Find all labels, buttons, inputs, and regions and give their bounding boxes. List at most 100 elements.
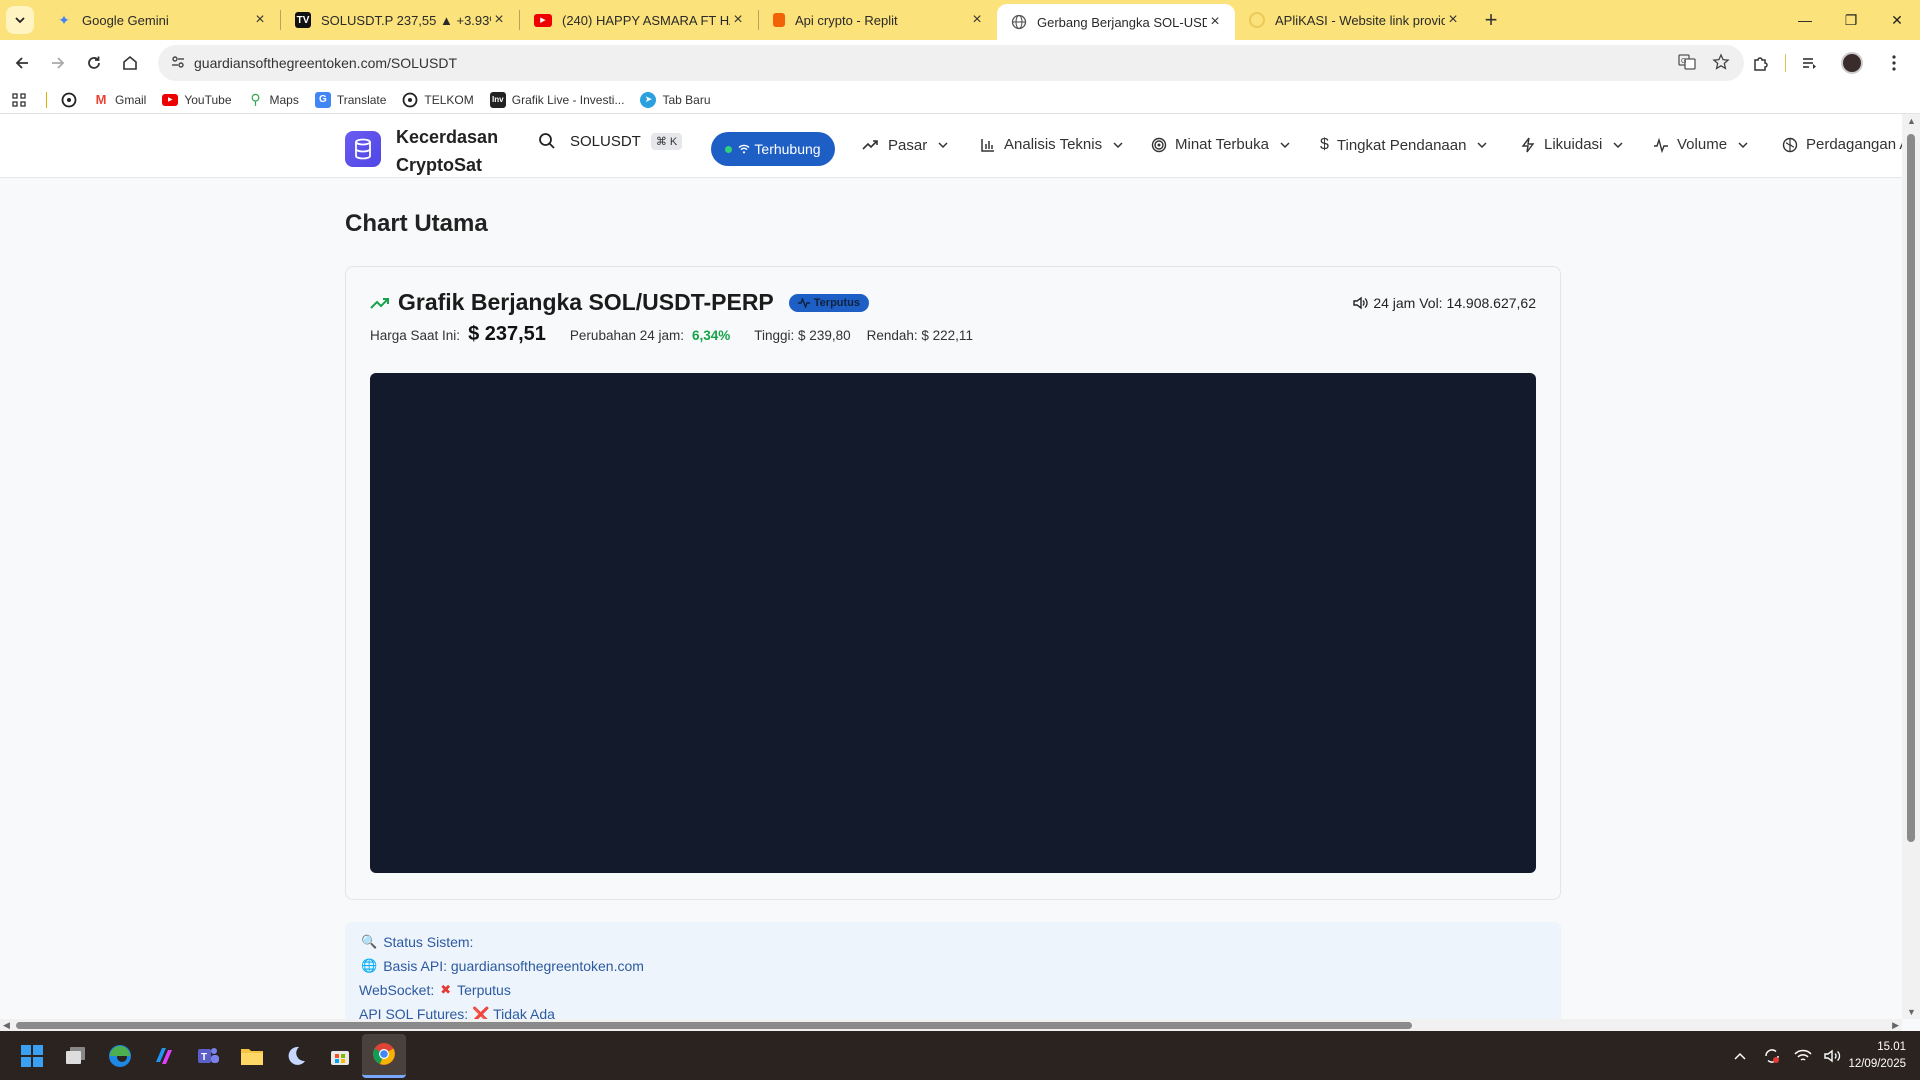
status-badge-label: Terputus xyxy=(813,296,861,309)
scroll-right-arrow[interactable]: ▶ xyxy=(1892,1020,1899,1031)
close-icon[interactable]: × xyxy=(730,11,746,29)
chevron-down-icon xyxy=(1613,141,1623,148)
url-text[interactable]: guardiansofthegreentoken.com/SOLUSDT xyxy=(194,55,457,71)
taskbar-teams[interactable]: T xyxy=(186,1034,230,1078)
nav-label: Likuidasi xyxy=(1544,136,1603,153)
nav-tingkat-pendanaan[interactable]: $ Tingkat Pendanaan xyxy=(1320,136,1488,154)
translate-page-icon[interactable]: G xyxy=(1678,53,1696,71)
horizontal-scrollbar[interactable]: ◀ ▶ xyxy=(0,1019,1902,1031)
close-icon[interactable]: × xyxy=(1445,11,1461,29)
bookmark-grafik-live[interactable]: Inv Grafik Live - Investi... xyxy=(489,91,624,108)
chevron-up-icon xyxy=(1734,1052,1746,1060)
bookmark-tab-baru[interactable]: ➤ Tab Baru xyxy=(640,91,711,108)
taskbar-file-explorer[interactable] xyxy=(230,1034,274,1078)
translate-icon: G xyxy=(314,91,331,108)
nav-label: Pasar xyxy=(888,136,928,154)
restore-button[interactable]: ❐ xyxy=(1828,0,1874,40)
bookmark-youtube[interactable]: ▶ YouTube xyxy=(162,93,232,107)
nav-label: Volume xyxy=(1677,136,1728,153)
symbol-search[interactable]: SOLUSDT ⌘ K xyxy=(538,132,683,150)
scrollbar-thumb[interactable] xyxy=(1907,134,1915,842)
media-control-button[interactable] xyxy=(1792,45,1828,81)
vertical-scrollbar[interactable]: ▲ ▼ xyxy=(1902,114,1920,1019)
scroll-up-arrow[interactable]: ▲ xyxy=(1907,116,1916,126)
trending-up-icon xyxy=(370,297,389,309)
bookmark-label: Maps xyxy=(269,92,299,107)
youtube-icon: ▶ xyxy=(162,93,179,106)
bookmark-star-icon[interactable] xyxy=(1712,53,1730,71)
taskbar-copilot[interactable] xyxy=(142,1034,186,1078)
maps-icon: ⚲ xyxy=(250,91,261,107)
nav-likuidasi[interactable]: Likuidasi xyxy=(1520,136,1624,153)
tab-google-gemini[interactable]: ✦ Google Gemini × xyxy=(42,0,280,40)
connection-status-pill[interactable]: Terhubung xyxy=(711,132,835,166)
tray-volume[interactable] xyxy=(1818,1034,1848,1078)
bookmark-telkom[interactable]: TELKOM xyxy=(402,92,474,108)
tray-sync[interactable] xyxy=(1756,1034,1788,1078)
store-icon xyxy=(331,1050,349,1065)
tab-title: SOLUSDT.P 237,55 ▲ +3.93% R xyxy=(321,12,491,28)
cross-icon: ✖ xyxy=(440,982,452,997)
nav-perdagangan-ai[interactable]: Perdagangan AI xyxy=(1782,136,1902,153)
bookmark-chatgpt[interactable] xyxy=(61,92,77,108)
bookmark-maps[interactable]: ⚲ Maps xyxy=(248,91,299,108)
close-icon[interactable]: × xyxy=(1207,13,1223,31)
taskbar-app-moon[interactable] xyxy=(274,1034,318,1078)
tab-replit[interactable]: Api crypto - Replit × xyxy=(759,0,997,40)
search-input[interactable]: SOLUSDT xyxy=(570,133,641,150)
gemini-icon: ✦ xyxy=(58,11,70,28)
tab-tradingview[interactable]: TV SOLUSDT.P 237,55 ▲ +3.93% R × xyxy=(281,0,519,40)
brand-name[interactable]: Kecerdasan CryptoSat xyxy=(396,123,516,179)
chatgpt-icon xyxy=(61,92,77,107)
minimize-button[interactable]: — xyxy=(1782,0,1828,40)
profile-button[interactable] xyxy=(1834,45,1870,81)
nav-analisis-teknis[interactable]: Analisis Teknis xyxy=(980,136,1124,153)
scroll-left-arrow[interactable]: ◀ xyxy=(3,1020,10,1031)
api-base-text: Basis API: guardiansofthegreentoken.com xyxy=(383,958,644,974)
start-button[interactable] xyxy=(10,1034,54,1078)
bookmark-gmail[interactable]: M Gmail xyxy=(93,92,147,108)
nav-volume[interactable]: Volume xyxy=(1653,136,1749,153)
tab-search-button[interactable] xyxy=(6,6,34,34)
site-info-icon[interactable] xyxy=(170,54,186,70)
tab-aplikasi[interactable]: APliKASI - Website link provide × xyxy=(1235,0,1473,40)
chevron-down-icon xyxy=(15,17,25,24)
logo[interactable] xyxy=(345,131,381,167)
telegram-icon: ➤ xyxy=(640,91,657,108)
arrow-left-icon xyxy=(15,57,28,69)
tab-gerbang-berjangka[interactable]: Gerbang Berjangka SOL-USDT- × xyxy=(997,4,1235,40)
taskbar-store[interactable] xyxy=(318,1034,362,1078)
tray-overflow-button[interactable] xyxy=(1724,1034,1756,1078)
tray-wifi[interactable] xyxy=(1788,1034,1818,1078)
volume-text: 24 jam Vol: 14.908.627,62 xyxy=(1373,295,1536,311)
scrollbar-thumb[interactable] xyxy=(16,1022,1412,1029)
bookmark-translate[interactable]: G Translate xyxy=(314,91,386,108)
new-tab-button[interactable]: + xyxy=(1477,7,1505,33)
chart-canvas[interactable] xyxy=(370,373,1536,873)
extensions-button[interactable] xyxy=(1743,45,1779,81)
taskbar-chrome[interactable] xyxy=(362,1033,406,1078)
brain-icon xyxy=(1782,137,1798,152)
address-bar[interactable]: guardiansofthegreentoken.com/SOLUSDT G xyxy=(158,45,1744,81)
close-window-button[interactable]: ✕ xyxy=(1874,0,1920,40)
browser-menu-button[interactable] xyxy=(1876,45,1912,81)
task-view-button[interactable] xyxy=(54,1034,98,1078)
scroll-down-arrow[interactable]: ▼ xyxy=(1907,1007,1916,1017)
taskbar-edge[interactable] xyxy=(98,1034,142,1078)
nav-pasar[interactable]: Pasar xyxy=(862,136,949,154)
tab-youtube[interactable]: ▶ (240) HAPPY ASMARA FT HASA × xyxy=(520,0,758,40)
home-button[interactable] xyxy=(112,45,148,81)
reload-button[interactable] xyxy=(76,45,112,81)
close-icon[interactable]: × xyxy=(969,11,985,29)
toolbar-separator xyxy=(1785,54,1786,72)
svg-text:T: T xyxy=(201,1052,207,1063)
back-button[interactable] xyxy=(4,45,40,81)
apps-button[interactable] xyxy=(12,92,26,107)
bookmarks-bar: M Gmail ▶ YouTube ⚲ Maps G Translate TELKOM … xyxy=(0,86,1920,114)
forward-button[interactable] xyxy=(40,45,76,81)
nav-minat-terbuka[interactable]: Minat Terbuka xyxy=(1151,136,1291,153)
taskbar-clock[interactable]: 15.01 12/09/2025 xyxy=(1848,1039,1906,1073)
investing-icon: Inv xyxy=(489,91,506,108)
close-icon[interactable]: × xyxy=(491,11,507,29)
close-icon[interactable]: × xyxy=(252,11,268,29)
